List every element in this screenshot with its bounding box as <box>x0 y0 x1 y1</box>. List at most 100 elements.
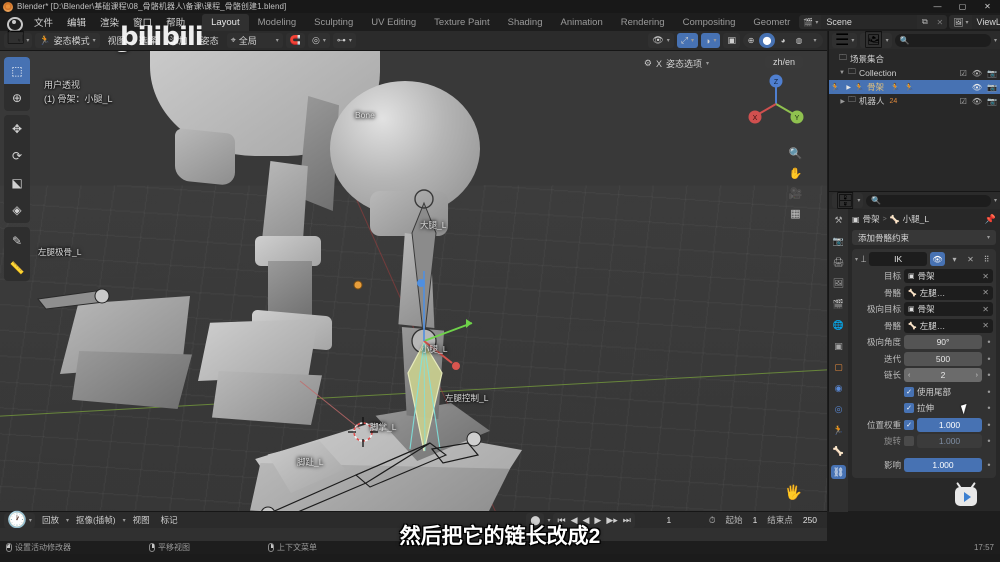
workspace-tab-geometry-nodes[interactable]: Geometr <box>744 14 799 31</box>
viewlayer-selector[interactable]: 🖼▾ ViewLayer ⧉ ✕ <box>949 15 1000 29</box>
properties-search-input[interactable]: 🔍 <box>866 194 991 207</box>
visibility-selector[interactable]: 👁 ▾ <box>648 33 674 48</box>
influence-animate-dot[interactable]: • <box>985 460 993 470</box>
pole-bone-field[interactable]: 🦴 左腿… ✕ <box>904 318 993 333</box>
shading-wireframe-button[interactable]: ⊕ <box>743 33 759 48</box>
tool-scale[interactable]: ⬕ <box>4 169 30 196</box>
scene-icon[interactable]: 🎬 ▾ <box>799 15 822 29</box>
properties-options-chevron[interactable]: ▾ <box>994 197 997 204</box>
scene-remove-icon[interactable]: ✕ <box>932 15 948 29</box>
workspace-tab-layout[interactable]: Layout <box>202 13 249 31</box>
armature-data-icon[interactable]: 🏃 <box>890 83 900 92</box>
pivot-point-selector[interactable]: ⊶ ▾ <box>332 33 356 48</box>
constraint-delete-button[interactable]: ✕ <box>964 252 977 266</box>
outliner-options-chevron[interactable]: ▾ <box>994 37 997 44</box>
scene-copy-icon[interactable]: ⧉ <box>917 15 933 29</box>
weight-rotation-slider[interactable]: 1.000 <box>917 434 982 448</box>
outliner-editor-type[interactable]: ☰ ▾ <box>832 32 858 49</box>
pole-angle-field[interactable]: 90° <box>904 335 982 349</box>
outliner-row-armature[interactable]: 🏃 ▶ 🏃 骨架 🏃 🏃 👁 📷 <box>829 80 1000 94</box>
shading-rendered-button[interactable]: ◍ <box>791 33 807 48</box>
breadcrumb-bone-name[interactable]: 小腿_L <box>903 213 929 225</box>
collection-checkbox[interactable]: ☑ <box>960 69 967 78</box>
zoom-gizmo-icon[interactable]: 🔍 <box>788 146 803 161</box>
use-tail-checkbox[interactable]: ✓ <box>904 386 914 397</box>
tool-cursor[interactable]: ⊕ <box>4 84 30 111</box>
pose-options-label[interactable]: 姿态选项 <box>666 57 702 70</box>
pose-icon[interactable]: 🏃 <box>904 83 914 92</box>
gizmo-toggle[interactable]: ⤢ ▾ <box>676 33 699 48</box>
chain-length-animate-dot[interactable]: • <box>985 370 993 380</box>
iterations-animate-dot[interactable]: • <box>985 354 993 364</box>
workspace-tab-modeling[interactable]: Modeling <box>249 14 306 31</box>
workspace-tab-uv-editing[interactable]: UV Editing <box>362 14 425 31</box>
editor-type-selector[interactable]: 🗔 ▾ <box>4 30 33 48</box>
snap-toggle[interactable]: 🧲 <box>285 33 306 48</box>
stretch-checkbox[interactable]: ✓ <box>904 403 914 413</box>
use-tail-animate-dot[interactable]: • <box>985 387 993 397</box>
menu-edit[interactable]: 编辑 <box>60 13 93 31</box>
tool-measure[interactable]: 📏 <box>4 254 30 281</box>
tool-transform[interactable]: ◈ <box>4 196 30 223</box>
eye-icon[interactable]: 👁 <box>972 97 982 106</box>
camera-icon[interactable]: 📷 <box>987 83 997 92</box>
add-bone-constraint-button[interactable]: 添加骨骼约束 ▾ <box>852 230 996 245</box>
properties-tab-physics[interactable]: ◎ <box>831 402 846 416</box>
windows-taskbar[interactable] <box>0 554 1000 562</box>
properties-tab-view-layer[interactable]: 🖼 <box>831 276 846 290</box>
menu-file[interactable]: 文件 <box>27 13 60 31</box>
properties-tab-armature-data[interactable]: 🦴 <box>831 444 846 458</box>
stretch-animate-dot[interactable]: • <box>985 403 993 413</box>
chain-length-increment[interactable]: › <box>976 372 978 379</box>
target-object-field[interactable]: ▣ 骨架 ✕ <box>904 269 993 283</box>
pin-icon[interactable]: 📌 <box>985 214 996 225</box>
scene-name[interactable]: Scene <box>821 15 918 29</box>
properties-tab-bone-constraints[interactable]: ⛓ <box>831 465 846 479</box>
chain-length-field[interactable]: ‹ 2 › <box>904 368 982 382</box>
properties-tab-object-constraints[interactable]: 🏃 <box>831 423 846 437</box>
clear-pole-target-icon[interactable]: ✕ <box>982 305 989 314</box>
constraint-enable-eye-icon[interactable]: 👁 <box>930 252 945 266</box>
properties-tab-object[interactable]: ▢ <box>831 360 846 374</box>
properties-tab-world[interactable]: 🌐 <box>831 318 846 332</box>
camera-icon[interactable]: 📷 <box>987 97 997 106</box>
target-bone-field[interactable]: 🦴 左腿… ✕ <box>904 285 993 300</box>
proportional-edit-toggle[interactable]: ◎ ▾ <box>308 33 330 48</box>
weight-rotation-animate-dot[interactable]: • <box>985 436 993 446</box>
shading-material-button[interactable]: ◕ <box>775 33 791 48</box>
pole-target-object-field[interactable]: ▣ 骨架 ✕ <box>904 302 993 316</box>
workspace-tab-texture-paint[interactable]: Texture Paint <box>425 14 498 31</box>
minimize-button[interactable]: — <box>925 0 950 13</box>
viewlayer-icon[interactable]: 🖼 ▾ <box>949 15 972 29</box>
overlays-toggle[interactable]: ◑ ▾ <box>701 33 721 48</box>
outliner-search-input[interactable]: 🔍 <box>894 33 991 47</box>
influence-slider[interactable]: 1.000 <box>904 458 982 472</box>
properties-tab-tool[interactable]: ⚒ <box>831 213 846 227</box>
outliner-row-scene-collection[interactable]: 🗀 场景集合 <box>829 52 1000 66</box>
collection-checkbox[interactable]: ☑ <box>960 97 967 106</box>
workspace-tab-shading[interactable]: Shading <box>499 14 552 31</box>
weight-position-checkbox[interactable]: ✓ <box>904 419 914 430</box>
properties-tab-scene[interactable]: 🎬 <box>831 297 846 311</box>
3d-viewport[interactable]: 用户透视 (1) 骨架：小腿_L Bone 大腿_L 小腿_L 左腿控制_L 脚… <box>0 51 827 511</box>
clear-pole-bone-icon[interactable]: ✕ <box>982 321 989 330</box>
constraint-name-field[interactable]: IK <box>869 252 927 266</box>
clear-target-bone-icon[interactable]: ✕ <box>982 288 989 297</box>
properties-tab-modifiers[interactable]: ◉ <box>831 381 846 395</box>
weight-rotation-checkbox[interactable] <box>904 436 914 446</box>
weight-position-animate-dot[interactable]: • <box>985 420 993 430</box>
eye-icon[interactable]: 👁 <box>972 69 982 78</box>
weight-position-slider[interactable]: 1.000 <box>917 417 982 432</box>
breadcrumb-object-name[interactable]: 骨架 <box>863 213 880 225</box>
chain-length-decrement[interactable]: ‹ <box>908 372 910 379</box>
constraint-extras-dropdown[interactable]: ▾ <box>948 252 961 266</box>
language-badge[interactable]: zh/en <box>764 56 803 68</box>
pole-angle-animate-dot[interactable]: • <box>985 337 993 347</box>
constraint-expand-icon[interactable]: ▾ <box>855 256 858 263</box>
workspace-tab-compositing[interactable]: Compositing <box>674 14 745 31</box>
tool-tweak[interactable]: ⬚ <box>4 57 30 84</box>
transform-orientation-selector[interactable]: ⌖ 全局 ▾ <box>226 33 283 48</box>
tool-annotate[interactable]: ✎ <box>4 227 30 254</box>
tool-move[interactable]: ✥ <box>4 115 30 142</box>
workspace-tab-animation[interactable]: Animation <box>551 14 611 31</box>
